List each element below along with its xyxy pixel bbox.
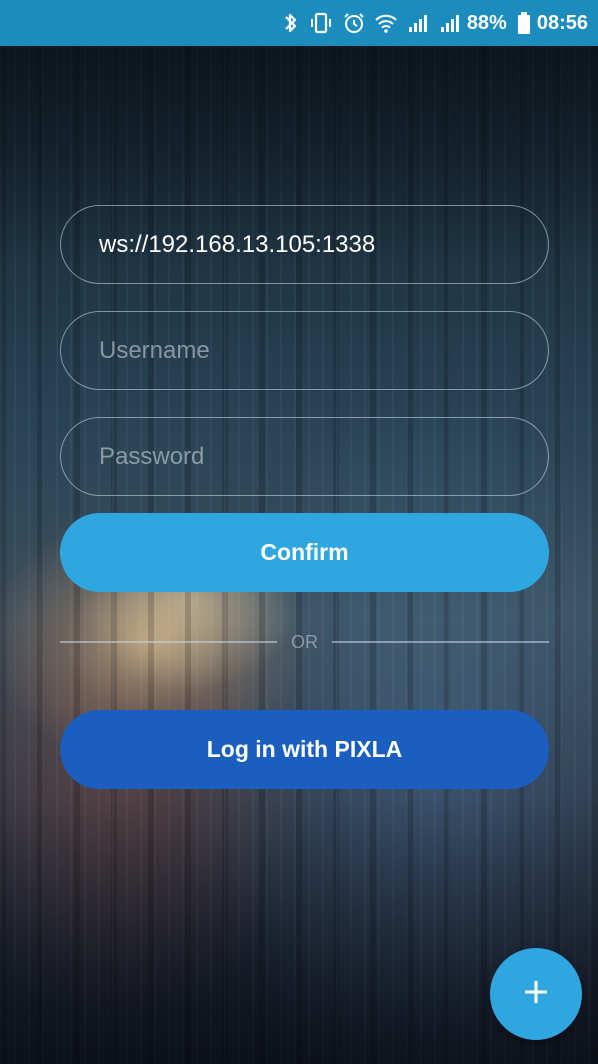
divider-line [332,641,549,643]
alarm-icon [343,12,365,34]
password-field[interactable] [60,417,549,496]
status-bar: 88% 08:56 [0,0,598,46]
login-form: Confirm OR Log in with PIXLA [60,205,550,789]
wifi-icon [375,13,397,33]
or-divider: OR [60,622,549,662]
vibrate-icon [309,12,333,34]
signal-icon [439,13,461,33]
username-field[interactable] [60,311,549,390]
username-input[interactable] [99,336,519,365]
or-label: OR [291,631,318,652]
battery-percentage: 88% [466,11,507,34]
add-fab-button[interactable] [490,948,582,1040]
divider-line [60,641,277,643]
login-screen: 88% 08:56 Confirm OR Log in with PIXLA [0,0,598,1064]
clock-time: 08:56 [536,11,588,34]
battery-icon [517,12,531,34]
server-address-field[interactable] [60,205,549,284]
bluetooth-icon [283,11,299,35]
signal-icon [407,13,429,33]
password-input[interactable] [99,442,519,471]
plus-icon [521,977,551,1012]
confirm-button[interactable]: Confirm [60,513,549,592]
pixla-login-button[interactable]: Log in with PIXLA [60,710,549,789]
server-address-input[interactable] [99,230,519,259]
